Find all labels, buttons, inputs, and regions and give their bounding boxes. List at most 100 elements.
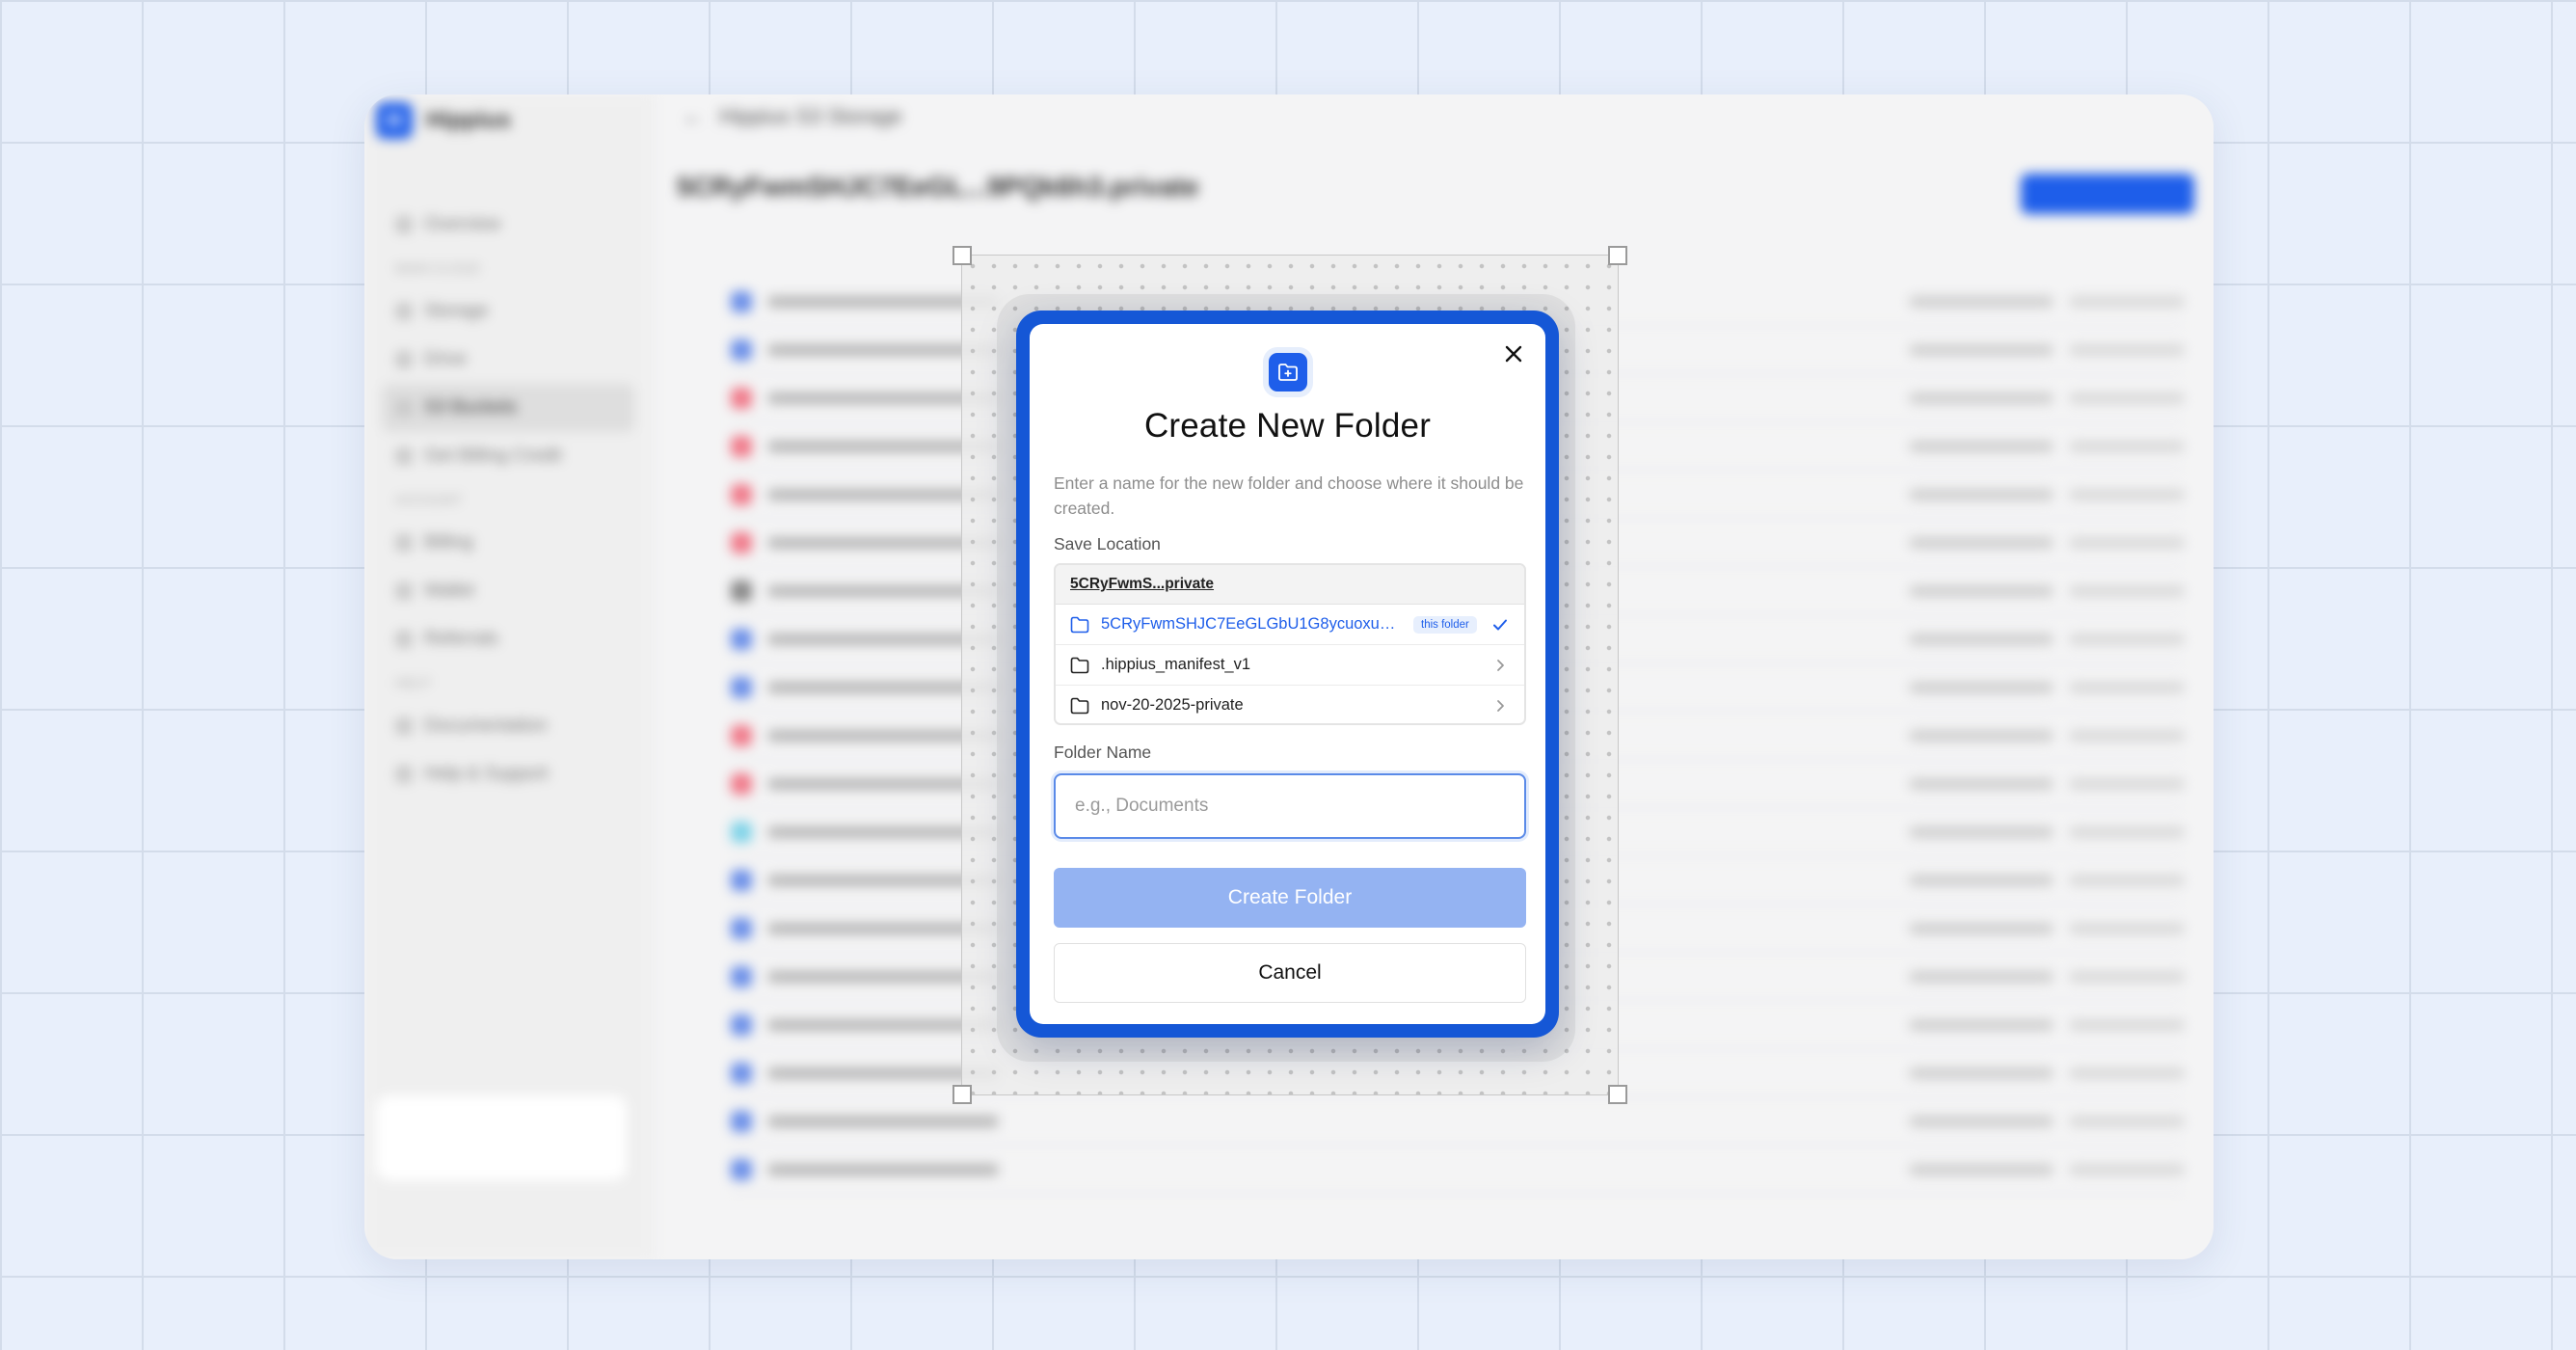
sidebar-item-label: Help — [395, 675, 431, 690]
file-date-placeholder — [2069, 825, 2185, 838]
folder-name-input[interactable] — [1054, 773, 1526, 839]
file-meta-placeholder — [1909, 970, 2053, 983]
close-button[interactable] — [1497, 338, 1530, 370]
sidebar-item: S3 Buckets — [382, 384, 634, 432]
file-meta-placeholder — [1909, 729, 2053, 742]
file-date-placeholder — [2069, 1115, 2185, 1127]
location-option-subfolder[interactable]: .hippius_manifest_v1 — [1056, 645, 1524, 686]
file-row-placeholder — [731, 1146, 2185, 1194]
location-option-name: 5CRyFwmSHJC7EeGLGbU1G8ycuoxu8s... — [1101, 615, 1400, 633]
sidebar-item-label: Referrals — [424, 629, 499, 649]
sidebar-item: Documentation — [382, 702, 634, 750]
chevron-right-icon — [1491, 697, 1509, 715]
sidebar-item-icon — [395, 399, 413, 417]
file-meta-placeholder — [1909, 633, 2053, 645]
create-folder-button[interactable]: Create Folder — [1054, 868, 1526, 928]
upload-button — [2021, 174, 2194, 214]
folder-name-label: Folder Name — [1054, 742, 1152, 762]
sidebar: H Hippius Overview Main Cloud Storage Drive… — [364, 94, 654, 1259]
sidebar-section-heading: Account — [382, 480, 634, 519]
sidebar-item: Drive — [382, 336, 634, 384]
file-type-icon — [731, 1013, 752, 1036]
save-location-label: Save Location — [1054, 534, 1161, 554]
brand-logo-icon: H — [376, 102, 413, 139]
close-icon — [1505, 345, 1522, 363]
sidebar-item-icon — [395, 303, 413, 320]
file-type-icon — [731, 821, 752, 843]
topbar: ← Hippius S3 Storage — [683, 104, 902, 129]
file-date-placeholder — [2069, 1018, 2185, 1031]
location-option-subfolder[interactable]: nov-20-2025-private — [1056, 686, 1524, 723]
create-folder-dialog: Create New Folder Enter a name for the n… — [1030, 324, 1545, 1024]
location-option-current[interactable]: 5CRyFwmSHJC7EeGLGbU1G8ycuoxu8s... this f… — [1056, 605, 1524, 645]
sidebar-item-icon — [395, 216, 413, 233]
file-date-placeholder — [2069, 584, 2185, 597]
location-option-name: nov-20-2025-private — [1101, 696, 1244, 714]
file-date-placeholder — [2069, 922, 2185, 934]
file-meta-placeholder — [1909, 295, 2053, 308]
file-meta-placeholder — [1909, 392, 2053, 404]
file-date-placeholder — [2069, 874, 2185, 886]
sidebar-item-label: S3 Buckets — [424, 397, 518, 418]
location-option-name: .hippius_manifest_v1 — [1101, 656, 1251, 673]
sidebar-nav: Overview Main Cloud Storage Drive S3 Buckets… — [382, 201, 634, 798]
sidebar-item: Overview — [382, 201, 634, 249]
file-type-icon — [731, 531, 752, 554]
sidebar-item-icon — [395, 447, 413, 465]
file-date-placeholder — [2069, 488, 2185, 500]
file-type-icon — [731, 1158, 752, 1180]
bucket-path-title: 5CRyFwmSHJC7EeGL...9PQk6h3.private — [677, 172, 1199, 202]
file-type-icon — [731, 965, 752, 987]
save-location-picker: 5CRyFwmS...private 5CRyFwmSHJC7EeGLGbU1G… — [1054, 563, 1526, 725]
file-date-placeholder — [2069, 970, 2185, 983]
sidebar-item-icon — [395, 631, 413, 648]
sidebar-item: Storage — [382, 287, 634, 336]
file-date-placeholder — [2069, 1066, 2185, 1079]
current-path-breadcrumb[interactable]: 5CRyFwmS...private — [1056, 565, 1524, 605]
file-type-icon — [731, 628, 752, 650]
file-date-placeholder — [2069, 536, 2185, 549]
sidebar-item-icon — [395, 582, 413, 600]
file-date-placeholder — [2069, 777, 2185, 790]
file-meta-placeholder — [1909, 922, 2053, 934]
resize-handle-top-right — [1608, 246, 1627, 265]
sidebar-item-label: Help & Support — [424, 764, 549, 784]
sidebar-item: Help & Support — [382, 750, 634, 798]
sidebar-item-label: Drive — [424, 349, 468, 369]
resize-handle-top-left — [953, 246, 972, 265]
check-icon — [1491, 616, 1509, 634]
back-arrow-icon: ← — [683, 104, 704, 128]
sidebar-item-label: Get Billing Credit — [424, 446, 562, 466]
file-row-placeholder — [731, 1097, 2185, 1146]
sidebar-item: Referrals — [382, 615, 634, 663]
file-meta-placeholder — [1909, 536, 2053, 549]
sidebar-section-heading: Main Cloud — [382, 249, 634, 287]
file-date-placeholder — [2069, 343, 2185, 356]
file-meta-placeholder — [1909, 584, 2053, 597]
file-type-icon — [731, 580, 752, 602]
file-type-icon — [731, 772, 752, 795]
file-type-icon — [731, 917, 752, 939]
brand-name: Hippius — [426, 107, 511, 133]
chevron-right-icon — [1491, 657, 1509, 674]
cancel-button[interactable]: Cancel — [1054, 943, 1526, 1003]
file-meta-placeholder — [1909, 343, 2053, 356]
file-meta-placeholder — [1909, 1163, 2053, 1175]
sidebar-item-label: Overview — [424, 214, 501, 234]
modal-highlight-frame: Create New Folder Enter a name for the n… — [1016, 310, 1559, 1038]
file-meta-placeholder — [1909, 1115, 2053, 1127]
file-meta-placeholder — [1909, 488, 2053, 500]
resize-handle-bottom-right — [1608, 1085, 1627, 1104]
file-date-placeholder — [2069, 633, 2185, 645]
dialog-description: Enter a name for the new folder and choo… — [1054, 473, 1524, 518]
file-type-icon — [731, 290, 752, 312]
file-date-placeholder — [2069, 681, 2185, 693]
file-type-icon — [731, 676, 752, 698]
sidebar-item-icon — [395, 717, 413, 735]
sidebar-item: Billing — [382, 519, 634, 567]
sidebar-item-label: Billing — [424, 532, 473, 553]
file-type-icon — [731, 387, 752, 409]
sidebar-promo-card — [376, 1095, 627, 1180]
file-name-placeholder — [767, 1115, 999, 1127]
resize-handle-bottom-left — [953, 1085, 972, 1104]
